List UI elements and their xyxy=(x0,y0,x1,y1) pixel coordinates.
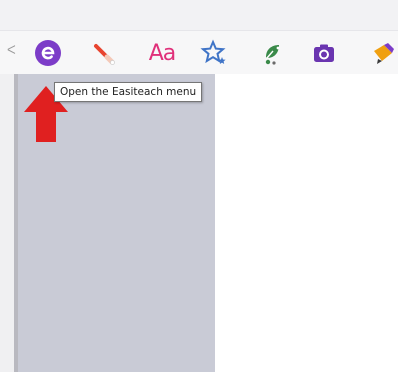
easiteach-e-icon xyxy=(35,40,61,66)
highlighter-icon xyxy=(374,43,394,64)
pen-tool-button[interactable] xyxy=(88,37,120,69)
eraser-leaf-icon xyxy=(265,45,280,65)
window-top-strip xyxy=(0,0,398,30)
star-shapes-icon xyxy=(200,39,226,64)
easiteach-menu-button[interactable] xyxy=(32,37,64,69)
camera-icon xyxy=(314,44,334,62)
pen-icon xyxy=(94,44,115,65)
easiteach-e-glyph xyxy=(41,46,55,60)
camera-tool-button[interactable] xyxy=(308,37,340,69)
text-aa-icon: Aa xyxy=(148,40,177,66)
collapse-toolbar-icon[interactable]: ᐸ xyxy=(7,43,16,57)
main-toolbar: ᐸ Aa xyxy=(0,30,398,74)
eraser-tool-button[interactable] xyxy=(256,37,288,69)
screen: ᐸ Aa Open the Easiteach menu xyxy=(0,0,398,372)
text-tool-button[interactable]: Aa xyxy=(142,37,182,69)
highlighter-tool-button[interactable] xyxy=(366,37,398,69)
easiteach-menu-tooltip: Open the Easiteach menu xyxy=(54,82,203,102)
left-edge-panel xyxy=(0,74,14,372)
shapes-tool-button[interactable] xyxy=(198,37,230,69)
